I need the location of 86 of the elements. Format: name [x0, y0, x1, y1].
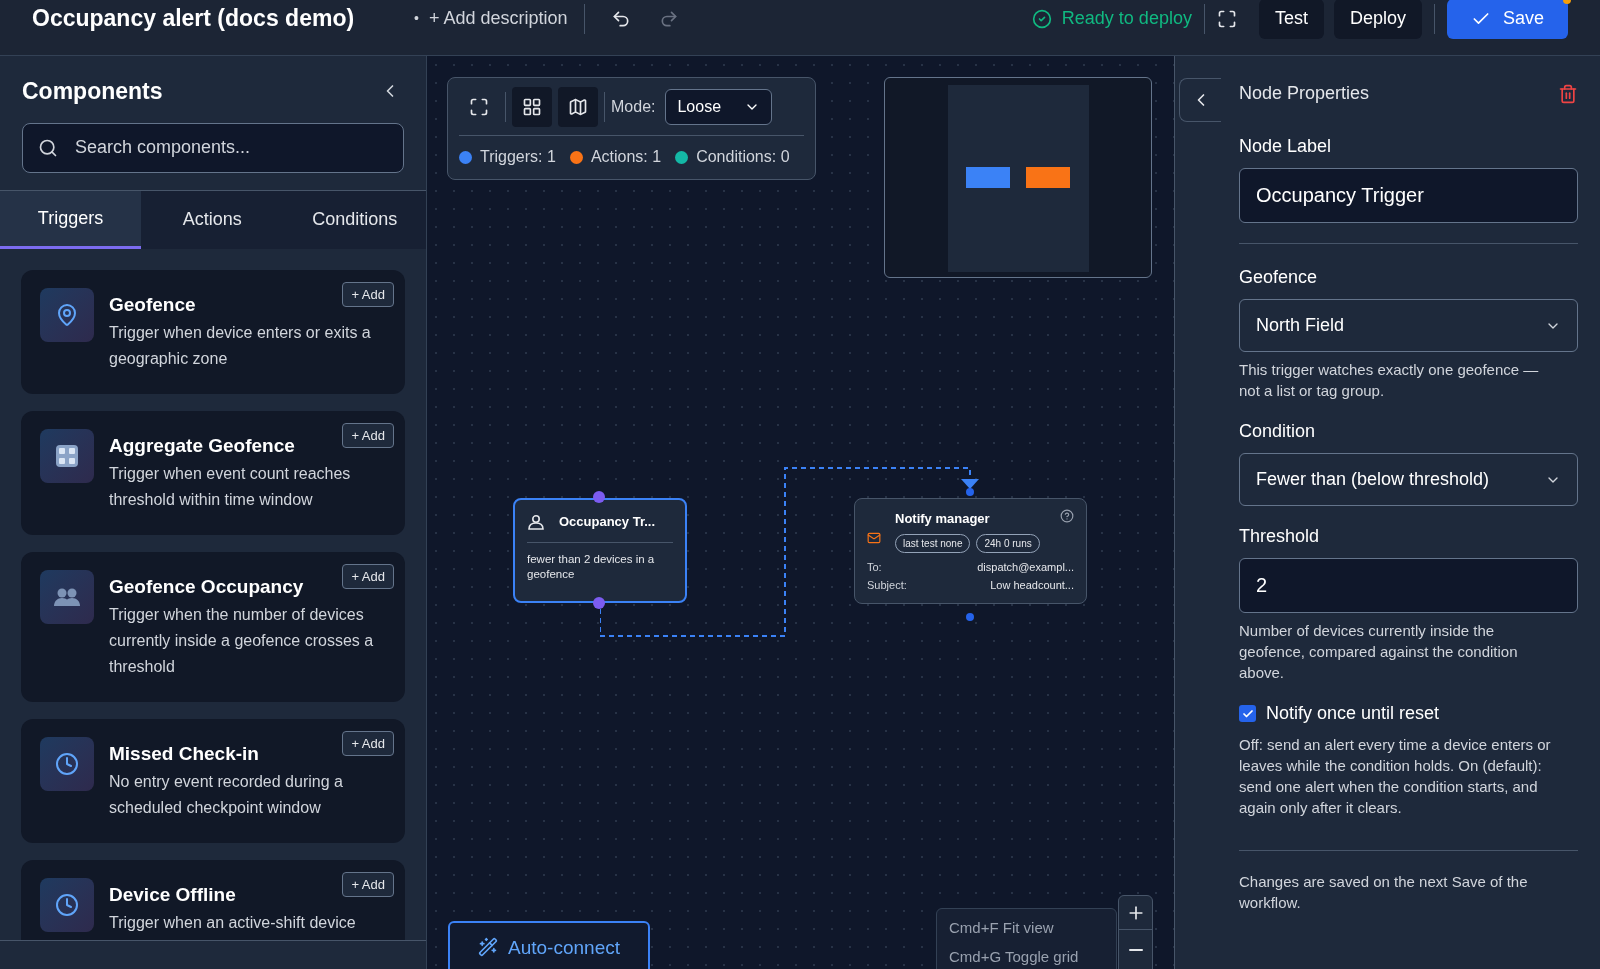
help-icon[interactable]	[1060, 509, 1074, 523]
select-field[interactable]: North Field	[1239, 299, 1578, 352]
expand-icon	[469, 97, 489, 117]
people-icon	[54, 586, 80, 607]
expand-icon	[1216, 8, 1237, 29]
auto-connect-button[interactable]: Auto-connect	[448, 921, 650, 969]
add-description-link[interactable]: + Add description	[429, 5, 568, 32]
field-label: Node Label	[1239, 135, 1333, 158]
undo-icon	[610, 8, 631, 29]
shortcut-hint: Cmd+G Toggle grid	[949, 946, 1080, 967]
toolbar-button[interactable]: Deploy	[1333, 0, 1422, 39]
check-circle-icon	[1031, 8, 1052, 29]
map-button[interactable]	[558, 87, 598, 127]
map-pin-icon	[55, 302, 79, 327]
add-button[interactable]: + Add	[342, 422, 394, 448]
footer-note: Changes are saved on the next Save of the workflow.	[1239, 850, 1578, 913]
grid-icon	[522, 97, 542, 117]
help-text: Off: send an alert every time a device enters or leaves while the condition holds. On (default): send one alert when the condition starts, and again only after it clears.	[1239, 735, 1552, 818]
wand-icon	[478, 937, 498, 957]
field-label: Threshold	[1239, 525, 1321, 548]
legend-label: Triggers: 1	[480, 147, 556, 167]
map-icon	[568, 97, 588, 117]
mode-select[interactable]: Loose	[665, 89, 773, 125]
node-title: Notify manager	[895, 510, 991, 528]
card-title: Geofence	[109, 292, 196, 317]
field-label: Condition	[1239, 420, 1317, 443]
card-title: Aggregate Geofence	[109, 433, 295, 458]
add-button[interactable]: + Add	[342, 281, 394, 307]
node-summary: fewer than 2 devices in a geofence	[527, 551, 656, 582]
trash-icon[interactable]	[1558, 83, 1578, 104]
field-label: Geofence	[1239, 266, 1319, 289]
text-field[interactable]: Occupancy Trigger	[1239, 168, 1578, 223]
input-handle[interactable]	[966, 488, 974, 496]
card-title: Geofence Occupancy	[109, 574, 304, 599]
card-description: Trigger when the number of devices currently inside a geofence crosses a threshold	[109, 604, 375, 677]
card-description: No entry event recorded during a scheduled checkpoint window	[109, 771, 344, 818]
user-icon	[527, 513, 545, 530]
shortcut-hint: Cmd+F Fit view	[949, 918, 1055, 938]
tab[interactable]: Triggers	[0, 190, 141, 249]
grid-button[interactable]	[512, 87, 552, 127]
toolbar-button[interactable]: Test	[1258, 0, 1324, 39]
input-handle[interactable]	[593, 491, 605, 503]
help-text: This trigger watches exactly one geofence — not a list or tag group.	[1239, 360, 1540, 401]
check-icon	[1241, 707, 1254, 720]
text-field[interactable]: 2	[1239, 558, 1578, 613]
action-node[interactable]: Notify manager last test none 24h 0 runs To: dispatch@exampl... Subject: Low headcount...	[854, 498, 1087, 604]
minus-icon	[1128, 949, 1143, 951]
add-button[interactable]: + Add	[342, 563, 394, 589]
save-button[interactable]: Save	[1446, 0, 1568, 39]
fullscreen-button[interactable]	[1216, 8, 1237, 29]
search-field[interactable]: Search components...	[22, 122, 404, 173]
node-title: Occupancy Tr...	[559, 513, 656, 531]
checkbox-label: Notify once until reset	[1266, 702, 1440, 725]
card-title: Device Offline	[109, 882, 236, 907]
checkbox[interactable]	[1239, 705, 1256, 722]
add-button[interactable]: + Add	[342, 730, 394, 756]
field-value: Low headcount...	[990, 578, 1074, 593]
minimap-node	[1026, 167, 1070, 188]
select-field[interactable]: Fewer than (below threshold)	[1239, 453, 1578, 506]
field-key: To:	[867, 558, 882, 575]
clock-icon	[55, 751, 79, 776]
card-description: Trigger when device enters or exits a geographic zone	[109, 322, 372, 369]
number-keypad-icon	[55, 443, 79, 468]
minimap-node	[966, 167, 1010, 188]
tab[interactable]: Actions	[141, 190, 284, 249]
deploy-status: Ready to deploy	[1061, 7, 1192, 30]
add-button[interactable]: + Add	[342, 871, 394, 897]
panel-title: Node Properties	[1239, 82, 1370, 105]
bullet: •	[414, 9, 419, 28]
mode-label: Mode:	[611, 97, 656, 117]
undo-button[interactable]	[610, 8, 631, 29]
workflow-title: Occupancy alert (docs demo)	[32, 4, 355, 34]
card-description: Trigger when an active-shift device	[109, 912, 356, 933]
mail-icon	[867, 531, 881, 545]
help-text: Number of devices currently inside the geofence, compared against the condition above.	[1239, 621, 1519, 683]
legend-label: Actions: 1	[590, 147, 662, 167]
legend-label: Conditions: 0	[696, 147, 790, 167]
card-title: Missed Check-in	[109, 741, 259, 766]
output-handle[interactable]	[966, 613, 974, 621]
clock-icon	[55, 892, 79, 917]
tab[interactable]: Conditions	[283, 190, 426, 249]
field-key: Subject:	[867, 577, 907, 594]
card-description: Trigger when event count reaches threshold within time window	[109, 463, 352, 510]
field-value: dispatch@exampl...	[977, 559, 1074, 575]
panel-title: Components	[22, 77, 163, 106]
trigger-node[interactable]: Occupancy Tr... fewer than 2 devices in a geofence	[513, 498, 687, 603]
